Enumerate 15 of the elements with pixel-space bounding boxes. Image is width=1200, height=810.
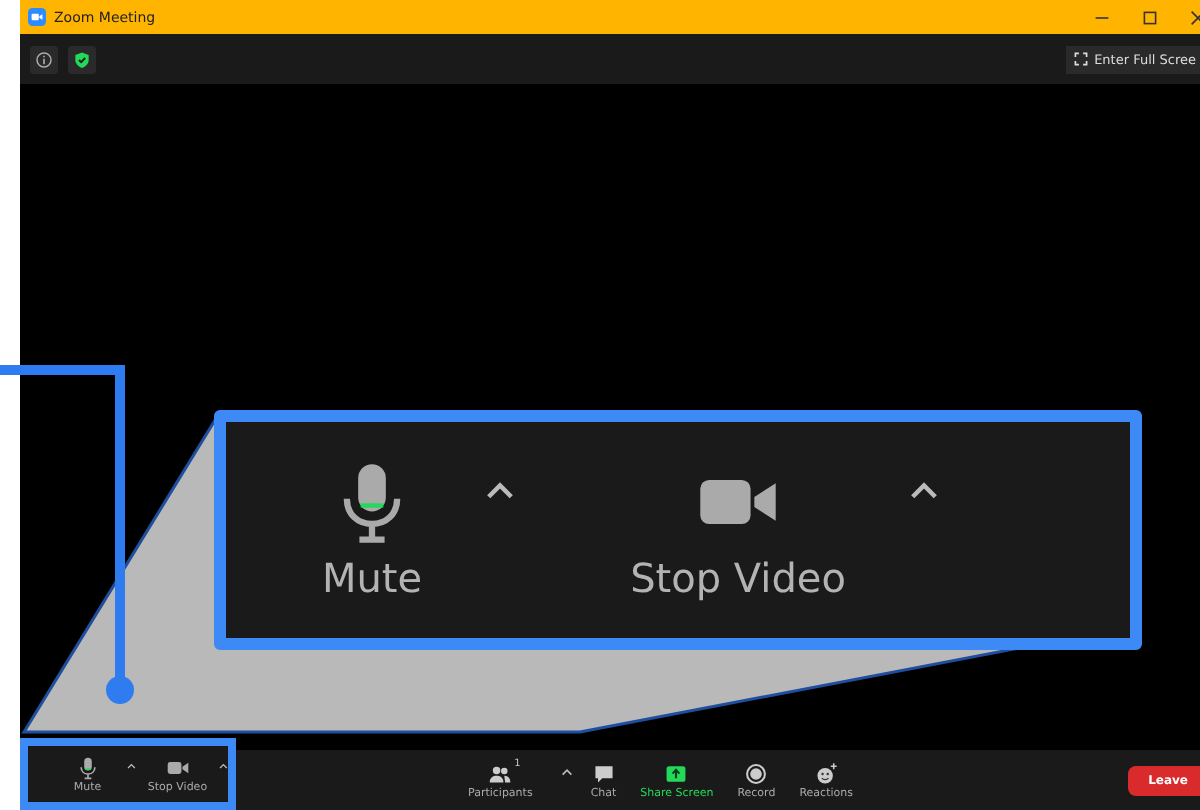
button-label: Stop Video [630,554,846,602]
maximize-icon[interactable] [1142,9,1158,25]
caret-icon[interactable] [560,766,575,778]
speech-bubble-icon [591,761,616,785]
smiley-plus-icon [814,761,839,785]
caret-icon[interactable] [217,760,228,772]
record-icon [744,761,769,785]
people-icon [488,761,513,785]
expand-icon [1074,52,1089,66]
caret-icon[interactable] [126,760,138,772]
camera-logo-icon [28,8,46,26]
info-icon[interactable] [30,45,58,73]
shield-icon[interactable] [68,45,96,73]
button-label: Mute [322,554,423,602]
microphone-icon [75,755,100,779]
